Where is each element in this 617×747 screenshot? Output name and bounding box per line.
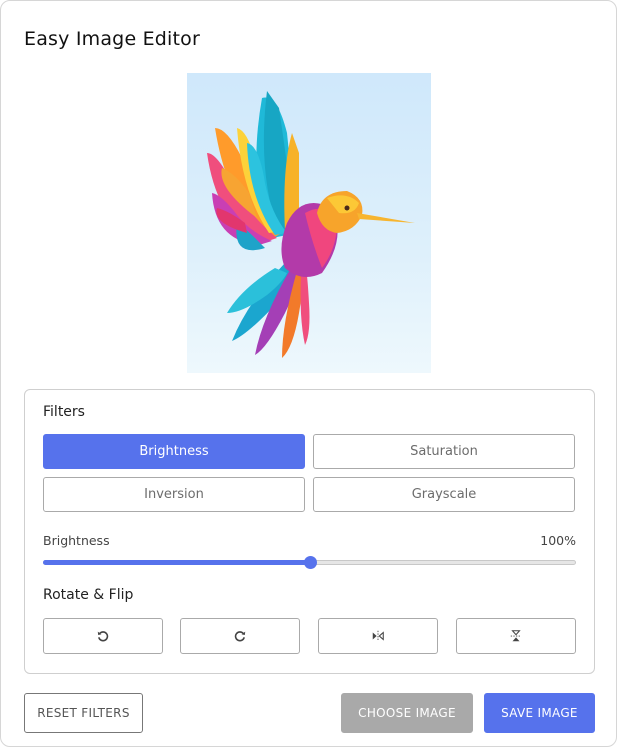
slider-fill [43,560,310,565]
slider-name: Brightness [43,533,110,548]
image-preview [187,73,431,373]
brightness-filter-button[interactable]: Brightness [43,434,305,469]
app-title: Easy Image Editor [24,28,201,50]
rotate-flip-heading: Rotate & Flip [43,587,134,603]
reset-filters-button[interactable]: RESET FILTERS [24,693,143,733]
filters-heading: Filters [43,404,85,420]
editor-card: Easy Image Editor Filters Brightness Sat… [0,0,617,747]
flip-vertical-icon [510,630,522,642]
flip-horizontal-icon [372,630,384,642]
saturation-filter-button[interactable]: Saturation [313,434,575,469]
slider-value: 100% [540,533,576,548]
rotate-right-button[interactable] [180,618,300,654]
grayscale-filter-button[interactable]: Grayscale [313,477,575,512]
rotate-left-icon [97,631,109,642]
rotate-right-icon [234,631,246,642]
inversion-filter-button[interactable]: Inversion [43,477,305,512]
flip-horizontal-button[interactable] [318,618,438,654]
rotate-left-button[interactable] [43,618,163,654]
slider-thumb[interactable] [303,556,317,569]
flip-vertical-button[interactable] [456,618,576,654]
choose-image-button[interactable]: CHOOSE IMAGE [341,693,473,733]
save-image-button[interactable]: SAVE IMAGE [484,693,595,733]
hummingbird-image [207,91,415,358]
controls-panel: Filters Brightness Saturation Inversion … [24,389,595,674]
